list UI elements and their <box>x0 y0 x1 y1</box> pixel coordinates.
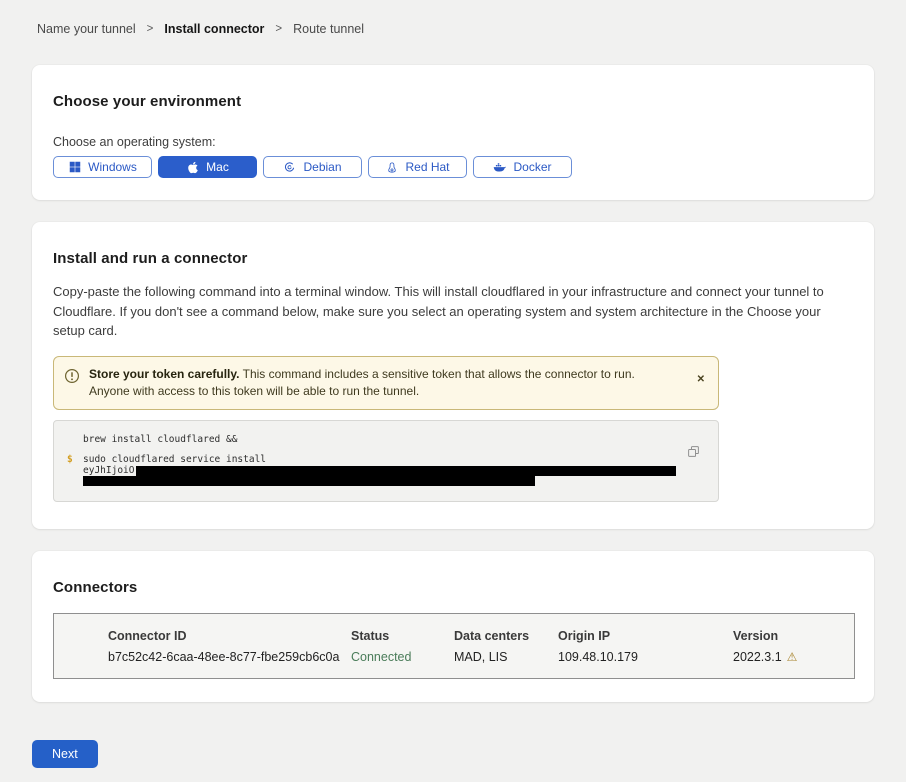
redhat-icon <box>385 161 398 174</box>
alert-title: Store your token carefully. <box>89 367 240 381</box>
code-line-3: eyJhIjoiO <box>67 466 674 477</box>
prompt-gutter <box>67 476 83 487</box>
connectors-table: Connector ID Status Data centers Origin … <box>53 613 855 679</box>
connectors-title: Connectors <box>53 579 853 596</box>
os-button-mac[interactable]: Mac <box>158 156 257 178</box>
tunnel-setup-page: Name your tunnel > Install connector > R… <box>0 0 906 782</box>
redacted-token-bar <box>136 466 676 476</box>
alert-circle-icon <box>64 368 80 400</box>
cell-data-centers: MAD, LIS <box>454 650 558 664</box>
breadcrumb-name-your-tunnel[interactable]: Name your tunnel <box>37 22 136 36</box>
col-origin-ip: Origin IP <box>558 629 733 643</box>
os-button-redhat[interactable]: Red Hat <box>368 156 467 178</box>
col-version: Version <box>733 629 854 643</box>
table-row: b7c52c42-6caa-48ee-8c77-fbe259cb6c0a Con… <box>108 650 854 664</box>
apple-icon <box>186 161 199 174</box>
os-button-label: Docker <box>513 160 551 174</box>
os-button-label: Windows <box>88 160 137 174</box>
install-connector-title: Install and run a connector <box>53 250 853 267</box>
col-data-centers: Data centers <box>454 629 558 643</box>
os-button-label: Mac <box>206 160 229 174</box>
code-line-2: $ sudo cloudflared service install <box>67 455 674 466</box>
token-warning-alert: Store your token carefully. This command… <box>53 356 719 410</box>
os-button-label: Red Hat <box>405 160 449 174</box>
cell-version: 2022.3.1 ⚠ <box>733 650 854 664</box>
code-line-1: brew install cloudflared && <box>67 435 674 446</box>
close-icon[interactable]: ✕ <box>697 374 705 385</box>
breadcrumb-route-tunnel[interactable]: Route tunnel <box>293 22 364 36</box>
next-button[interactable]: Next <box>32 740 98 768</box>
code-text: sudo cloudflared service install <box>83 455 266 466</box>
status-badge: Connected <box>351 650 454 664</box>
table-header-row: Connector ID Status Data centers Origin … <box>108 629 854 643</box>
code-text: brew install cloudflared && <box>83 435 237 446</box>
os-button-docker[interactable]: Docker <box>473 156 572 178</box>
breadcrumb-separator: > <box>147 23 154 35</box>
breadcrumb-separator: > <box>275 23 282 35</box>
debian-icon <box>283 161 296 174</box>
prompt-gutter <box>67 435 83 446</box>
install-description: Copy-paste the following command into a … <box>53 282 853 341</box>
col-status: Status <box>351 629 454 643</box>
windows-icon <box>68 161 81 174</box>
breadcrumb: Name your tunnel > Install connector > R… <box>32 22 874 36</box>
os-button-group: Windows Mac Debian Red Hat <box>53 156 853 178</box>
choose-environment-title: Choose your environment <box>53 93 853 110</box>
dollar-prompt: $ <box>67 455 83 466</box>
install-command-codeblock[interactable]: brew install cloudflared && $ sudo cloud… <box>53 420 719 502</box>
code-line-4 <box>67 476 674 487</box>
os-select-label: Choose an operating system: <box>53 135 853 149</box>
docker-icon <box>493 161 506 174</box>
copy-icon[interactable] <box>687 445 700 461</box>
os-button-debian[interactable]: Debian <box>263 156 362 178</box>
choose-environment-card: Choose your environment Choose an operat… <box>32 65 874 200</box>
connectors-card: Connectors Connector ID Status Data cent… <box>32 551 874 702</box>
token-prefix: eyJhIjoiO <box>83 466 134 477</box>
os-button-label: Debian <box>303 160 341 174</box>
warning-triangle-icon[interactable]: ⚠ <box>787 651 798 663</box>
redacted-token-bar <box>83 476 535 486</box>
os-button-windows[interactable]: Windows <box>53 156 152 178</box>
breadcrumb-install-connector[interactable]: Install connector <box>164 22 264 36</box>
version-text: 2022.3.1 <box>733 650 782 664</box>
cell-origin-ip: 109.48.10.179 <box>558 650 733 664</box>
alert-text: Store your token carefully. This command… <box>89 366 678 400</box>
cell-connector-id: b7c52c42-6caa-48ee-8c77-fbe259cb6c0a <box>108 650 351 664</box>
col-connector-id: Connector ID <box>108 629 351 643</box>
install-connector-card: Install and run a connector Copy-paste t… <box>32 222 874 529</box>
